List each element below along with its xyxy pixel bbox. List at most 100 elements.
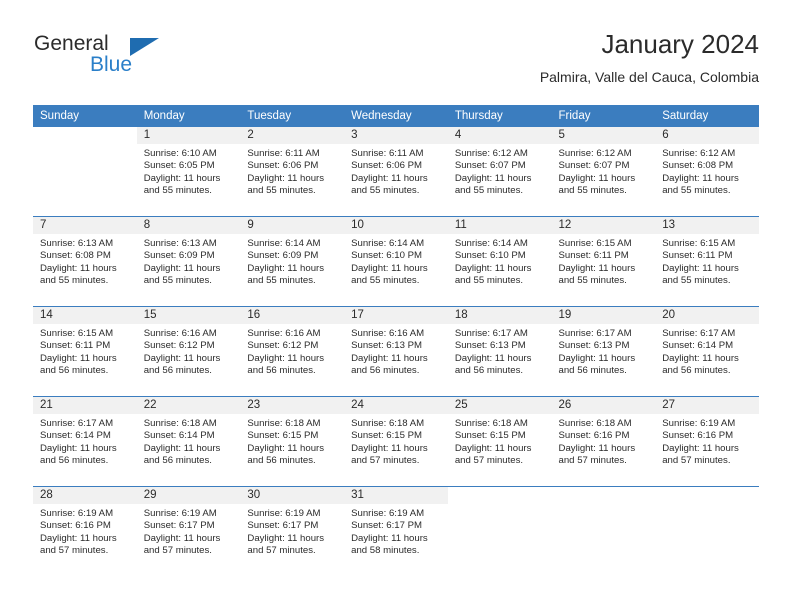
weekday-header-friday: Friday [551, 105, 656, 127]
day-cell-inner [33, 127, 137, 216]
sunset-text: Sunset: 6:07 PM [558, 160, 630, 172]
calendar-day-cell[interactable]: 2 Sunrise: 6:11 AM Sunset: 6:06 PM Daylight… [240, 127, 345, 217]
sunrise-text: Sunrise: 6:15 AM [40, 328, 114, 339]
daylight-text-line2: and 55 minutes. [40, 275, 109, 287]
day-cell-inner: 28 Sunrise: 6:19 AM Sunset: 6:16 PM Dayligh… [33, 487, 137, 576]
calendar-day-cell [33, 127, 137, 217]
day-number: 11 [447, 217, 552, 234]
daylight-text-line1: Daylight: 11 hours [351, 532, 428, 544]
daylight-text-line1: Daylight: 11 hours [247, 352, 325, 364]
calendar-day-cell[interactable]: 15 Sunrise: 6:16 AM Sunset: 6:12 PM Dayligh… [136, 306, 241, 397]
sunset-text: Sunset: 6:14 PM [143, 430, 215, 442]
day-cell-inner: 15 Sunrise: 6:16 AM Sunset: 6:12 PM Dayligh… [136, 307, 241, 396]
calendar-day-cell[interactable]: 21 Sunrise: 6:17 AM Sunset: 6:14 PM Dayligh… [33, 396, 137, 487]
calendar-day-cell[interactable]: 1 Sunrise: 6:10 AM Sunset: 6:05 PM Daylight… [136, 127, 241, 217]
day-cell-inner [552, 487, 656, 576]
day-number: 1 [136, 127, 241, 144]
day-number: 18 [447, 307, 552, 324]
calendar-day-cell[interactable]: 9 Sunrise: 6:14 AM Sunset: 6:09 PM Daylight… [240, 216, 345, 307]
sunrise-text: Sunrise: 6:19 AM [247, 508, 321, 519]
sunrise-text: Sunrise: 6:11 AM [247, 148, 320, 159]
daylight-text-line2: and 55 minutes. [662, 185, 731, 197]
day-details: Sunrise: 6:18 AM Sunset: 6:16 PM Daylight:… [552, 414, 656, 468]
calendar-day-cell[interactable]: 18 Sunrise: 6:17 AM Sunset: 6:13 PM Dayligh… [447, 306, 552, 397]
calendar-day-cell[interactable]: 22 Sunrise: 6:18 AM Sunset: 6:14 PM Dayligh… [136, 396, 241, 487]
calendar-day-cell[interactable]: 14 Sunrise: 6:15 AM Sunset: 6:11 PM Dayligh… [33, 306, 137, 397]
daylight-text-line1: Daylight: 11 hours [454, 172, 532, 184]
calendar-day-cell[interactable]: 3 Sunrise: 6:11 AM Sunset: 6:06 PM Daylight… [344, 127, 448, 217]
sunset-text: Sunset: 6:07 PM [454, 160, 526, 172]
day-details: Sunrise: 6:11 AM Sunset: 6:06 PM Daylight:… [240, 144, 344, 198]
calendar-day-cell[interactable]: 20 Sunrise: 6:17 AM Sunset: 6:14 PM Dayligh… [655, 306, 759, 397]
daylight-text-line2: and 55 minutes. [558, 275, 627, 287]
calendar-day-cell[interactable]: 16 Sunrise: 6:16 AM Sunset: 6:12 PM Dayligh… [240, 306, 345, 397]
weekday-header-sunday: Sunday [33, 105, 137, 127]
calendar-day-cell[interactable]: 7 Sunrise: 6:13 AM Sunset: 6:08 PM Daylight… [33, 216, 137, 307]
day-cell-inner: 13 Sunrise: 6:15 AM Sunset: 6:11 PM Dayligh… [655, 217, 759, 306]
calendar-day-cell[interactable]: 31 Sunrise: 6:19 AM Sunset: 6:17 PM Dayligh… [344, 486, 448, 576]
calendar-day-cell[interactable]: 17 Sunrise: 6:16 AM Sunset: 6:13 PM Dayligh… [344, 306, 448, 397]
calendar-day-cell[interactable]: 19 Sunrise: 6:17 AM Sunset: 6:13 PM Dayligh… [551, 306, 656, 397]
sunrise-text: Sunrise: 6:11 AM [351, 148, 424, 159]
daylight-text-line2: and 55 minutes. [351, 275, 420, 287]
day-number: 10 [344, 217, 448, 234]
calendar-day-cell [655, 486, 759, 576]
daylight-text-line1: Daylight: 11 hours [351, 442, 428, 454]
day-cell-inner: 24 Sunrise: 6:18 AM Sunset: 6:15 PM Dayligh… [344, 397, 448, 486]
calendar-day-cell[interactable]: 23 Sunrise: 6:18 AM Sunset: 6:15 PM Dayligh… [240, 396, 345, 487]
calendar-day-cell[interactable]: 11 Sunrise: 6:14 AM Sunset: 6:10 PM Dayligh… [447, 216, 552, 307]
calendar-grid: Sunday Monday Tuesday Wednesday Thursday… [33, 105, 759, 576]
day-cell-inner: 16 Sunrise: 6:16 AM Sunset: 6:12 PM Dayligh… [240, 307, 345, 396]
daylight-text-line2: and 56 minutes. [40, 365, 109, 377]
day-number: 31 [344, 487, 448, 504]
calendar-day-cell[interactable]: 5 Sunrise: 6:12 AM Sunset: 6:07 PM Daylight… [551, 127, 656, 217]
sunset-text: Sunset: 6:06 PM [247, 160, 319, 172]
day-cell-inner: 10 Sunrise: 6:14 AM Sunset: 6:10 PM Dayligh… [344, 217, 448, 306]
day-details: Sunrise: 6:12 AM Sunset: 6:07 PM Daylight:… [448, 144, 552, 198]
calendar-day-cell[interactable]: 29 Sunrise: 6:19 AM Sunset: 6:17 PM Dayligh… [136, 486, 241, 576]
calendar-day-cell[interactable]: 24 Sunrise: 6:18 AM Sunset: 6:15 PM Dayligh… [344, 396, 448, 487]
calendar-day-cell[interactable]: 25 Sunrise: 6:18 AM Sunset: 6:15 PM Dayligh… [447, 396, 552, 487]
daylight-text-line1: Daylight: 11 hours [662, 352, 739, 364]
calendar-day-cell[interactable]: 4 Sunrise: 6:12 AM Sunset: 6:07 PM Daylight… [447, 127, 552, 217]
daylight-text-line1: Daylight: 11 hours [143, 352, 221, 364]
calendar-day-cell[interactable]: 8 Sunrise: 6:13 AM Sunset: 6:09 PM Daylight… [136, 216, 241, 307]
calendar-day-cell[interactable]: 12 Sunrise: 6:15 AM Sunset: 6:11 PM Dayligh… [551, 216, 656, 307]
daylight-text-line2: and 56 minutes. [143, 455, 212, 467]
daylight-text-line2: and 55 minutes. [247, 275, 316, 287]
sunrise-text: Sunrise: 6:10 AM [143, 148, 217, 159]
calendar-day-cell[interactable]: 28 Sunrise: 6:19 AM Sunset: 6:16 PM Dayligh… [33, 486, 137, 576]
sunset-text: Sunset: 6:10 PM [351, 250, 423, 262]
day-cell-inner: 31 Sunrise: 6:19 AM Sunset: 6:17 PM Dayligh… [344, 487, 448, 576]
calendar-day-cell[interactable]: 6 Sunrise: 6:12 AM Sunset: 6:08 PM Daylight… [655, 127, 759, 217]
calendar-day-cell[interactable]: 13 Sunrise: 6:15 AM Sunset: 6:11 PM Dayligh… [655, 216, 759, 307]
day-cell-inner: 30 Sunrise: 6:19 AM Sunset: 6:17 PM Dayligh… [240, 487, 345, 576]
sunset-text: Sunset: 6:17 PM [247, 520, 319, 532]
day-details: Sunrise: 6:15 AM Sunset: 6:11 PM Daylight:… [655, 234, 759, 288]
sunrise-text: Sunrise: 6:14 AM [247, 238, 321, 249]
sunrise-text: Sunrise: 6:19 AM [351, 508, 425, 519]
sunrise-text: Sunrise: 6:15 AM [558, 238, 632, 249]
day-cell-inner: 7 Sunrise: 6:13 AM Sunset: 6:08 PM Daylight… [33, 217, 137, 306]
day-details: Sunrise: 6:15 AM Sunset: 6:11 PM Daylight:… [552, 234, 656, 288]
day-details: Sunrise: 6:17 AM Sunset: 6:13 PM Daylight:… [448, 324, 552, 378]
daylight-text-line1: Daylight: 11 hours [247, 442, 325, 454]
daylight-text-line1: Daylight: 11 hours [143, 172, 221, 184]
day-number: 20 [655, 307, 759, 324]
sunset-text: Sunset: 6:14 PM [40, 430, 111, 442]
sunset-text: Sunset: 6:11 PM [662, 250, 733, 262]
calendar-day-cell[interactable]: 10 Sunrise: 6:14 AM Sunset: 6:10 PM Dayligh… [344, 216, 448, 307]
general-blue-logo[interactable]: General Blue [33, 32, 233, 88]
calendar-day-cell[interactable]: 26 Sunrise: 6:18 AM Sunset: 6:16 PM Dayligh… [551, 396, 656, 487]
day-details: Sunrise: 6:17 AM Sunset: 6:14 PM Daylight:… [33, 414, 137, 468]
day-number: 9 [240, 217, 345, 234]
calendar-week-row: 14 Sunrise: 6:15 AM Sunset: 6:11 PM Dayligh… [33, 306, 759, 397]
calendar-day-cell[interactable]: 30 Sunrise: 6:19 AM Sunset: 6:17 PM Dayligh… [240, 486, 345, 576]
calendar-day-cell[interactable]: 27 Sunrise: 6:19 AM Sunset: 6:16 PM Dayligh… [655, 396, 759, 487]
day-details: Sunrise: 6:18 AM Sunset: 6:15 PM Daylight:… [448, 414, 552, 468]
day-cell-inner [655, 487, 759, 576]
day-details: Sunrise: 6:12 AM Sunset: 6:07 PM Daylight:… [552, 144, 656, 198]
daylight-text-line1: Daylight: 11 hours [143, 262, 221, 274]
day-cell-inner: 20 Sunrise: 6:17 AM Sunset: 6:14 PM Dayligh… [655, 307, 759, 396]
logo-triangle-icon [130, 38, 159, 56]
